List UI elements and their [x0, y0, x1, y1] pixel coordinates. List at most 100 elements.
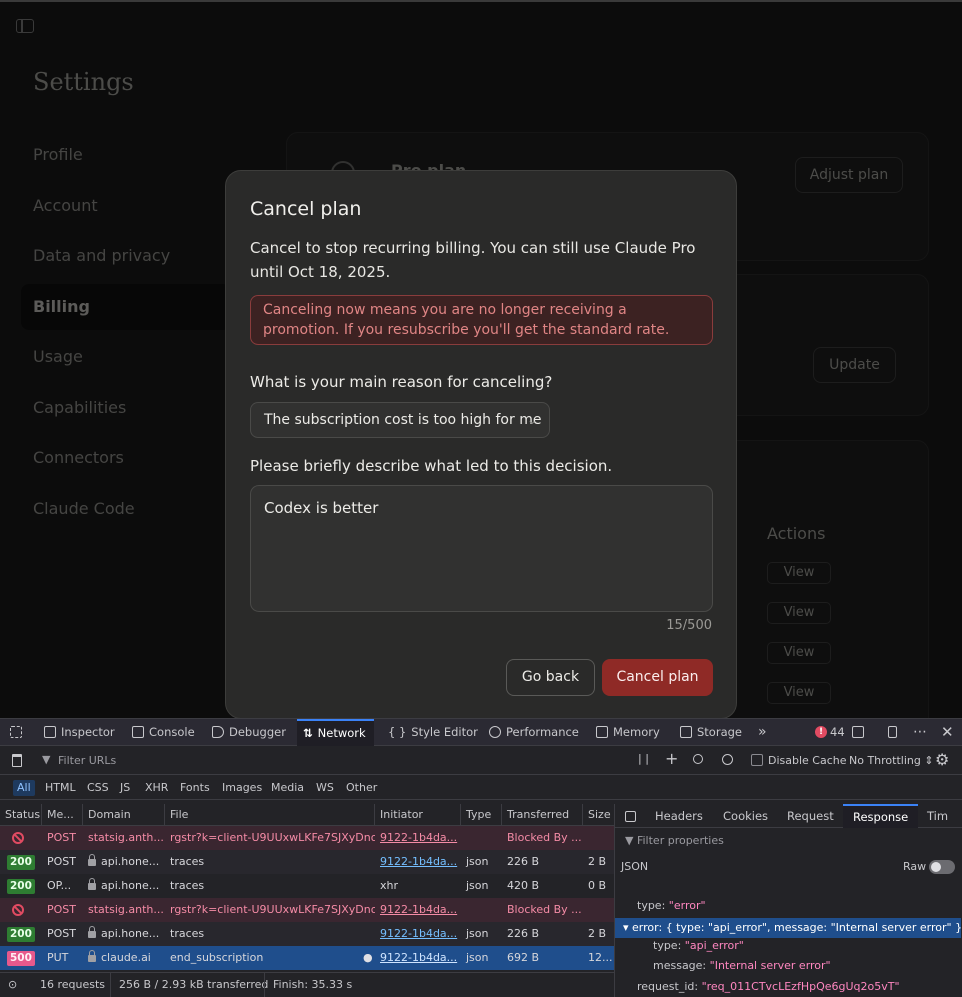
- throttling-select[interactable]: No Throttling ⇕: [849, 754, 934, 767]
- dialog-description: Cancel to stop recurring billing. You ca…: [250, 239, 696, 281]
- element-picker-icon[interactable]: [10, 719, 27, 746]
- network-icon: ⇅: [303, 726, 313, 740]
- lock-icon: [88, 926, 96, 938]
- column-status[interactable]: Status: [0, 804, 42, 826]
- column-file[interactable]: File: [165, 804, 375, 826]
- more-tabs-icon[interactable]: »: [758, 719, 767, 746]
- filter-html[interactable]: HTML: [41, 780, 80, 796]
- row-transferred: Blocked By ...: [507, 831, 582, 844]
- row-initiator[interactable]: 9122-1b4da...: [375, 826, 461, 850]
- row-type: json: [466, 855, 489, 868]
- table-row[interactable]: 200 POST api.hone... traces 9122-1b4da..…: [0, 922, 614, 946]
- filter-fonts[interactable]: Fonts: [176, 780, 214, 796]
- row-method: OP...: [47, 879, 72, 892]
- filter-images[interactable]: Images: [218, 780, 266, 796]
- error-count[interactable]: 44: [830, 719, 845, 746]
- tab-console[interactable]: Console: [132, 719, 195, 746]
- filter-media[interactable]: Media: [267, 780, 308, 796]
- json-line[interactable]: request_id: "req_011CTvcLEzfHpQe6gUq2o5v…: [615, 977, 961, 997]
- responsive-mode-icon[interactable]: [888, 719, 902, 746]
- column-method[interactable]: Me...: [42, 804, 83, 826]
- row-status: 500: [2, 946, 35, 970]
- tab-response[interactable]: Response: [843, 804, 919, 828]
- block-icon[interactable]: [722, 754, 733, 765]
- tab-cookies[interactable]: Cookies: [723, 804, 768, 828]
- row-method: POST: [47, 831, 76, 844]
- tab-network[interactable]: ⇅ Network: [297, 719, 374, 746]
- tab-memory[interactable]: Memory: [596, 719, 660, 746]
- add-icon[interactable]: +: [665, 749, 678, 768]
- gear-icon[interactable]: ⚙: [935, 750, 949, 769]
- row-initiator[interactable]: 9122-1b4da...: [375, 850, 461, 874]
- lock-icon: [88, 950, 96, 962]
- describe-textarea[interactable]: Codex is better: [250, 485, 713, 612]
- table-row[interactable]: POST statsig.anth... rgstr?k=client-U9UU…: [0, 826, 614, 850]
- type-filter-bar: All HTML CSS JS XHR Fonts Images Media W…: [0, 776, 962, 800]
- json-line-selected[interactable]: ▾ error: { type: "api_error", message: "…: [615, 918, 961, 938]
- filter-urls-input[interactable]: Filter URLs: [58, 754, 116, 767]
- filter-properties-input[interactable]: ▼ Filter properties: [625, 834, 724, 847]
- column-type[interactable]: Type: [461, 804, 502, 826]
- row-type: json: [466, 951, 489, 964]
- braces-icon: { }: [388, 725, 407, 739]
- dock-icon[interactable]: [852, 719, 869, 746]
- tab-request[interactable]: Request: [787, 804, 834, 828]
- table-row-selected[interactable]: 500 PUT claude.ai end_subscription ● 912…: [0, 946, 614, 970]
- column-size[interactable]: Size: [583, 804, 614, 826]
- pause-icon[interactable]: | |: [638, 752, 649, 765]
- column-domain[interactable]: Domain: [83, 804, 165, 826]
- tab-style-editor[interactable]: { } Style Editor: [388, 719, 478, 746]
- filter-icon: ▼: [625, 834, 637, 847]
- row-file: traces: [170, 927, 205, 940]
- tab-timings[interactable]: Tim: [927, 804, 948, 828]
- json-line[interactable]: type: "api_error": [615, 936, 961, 956]
- describe-label: Please briefly describe what led to this…: [250, 457, 613, 475]
- filter-all[interactable]: All: [13, 780, 35, 796]
- column-transferred[interactable]: Transferred: [502, 804, 583, 826]
- app-window: Settings Profile Account Data and privac…: [0, 0, 962, 718]
- request-count: 16 requests: [40, 978, 106, 991]
- lock-icon: [88, 878, 96, 890]
- panel-toggle-icon[interactable]: [625, 804, 636, 828]
- raw-toggle[interactable]: [929, 860, 955, 874]
- row-initiator[interactable]: 9122-1b4da...: [375, 946, 461, 970]
- tab-storage[interactable]: Storage: [680, 719, 742, 746]
- row-transferred: 692 B: [507, 951, 540, 964]
- tab-headers[interactable]: Headers: [655, 804, 703, 828]
- filter-js[interactable]: JS: [116, 780, 134, 796]
- cancel-plan-button[interactable]: Cancel plan: [602, 659, 713, 696]
- more-options-icon[interactable]: ⋯: [913, 719, 927, 746]
- network-summary: ⊙ 16 requests 256 B / 2.93 kB transferre…: [0, 972, 614, 997]
- reason-select[interactable]: The subscription cost is too high for me…: [250, 402, 550, 438]
- blocked-icon: [7, 898, 24, 922]
- tab-performance[interactable]: Performance: [489, 719, 579, 746]
- error-icon: !: [815, 726, 827, 738]
- row-initiator[interactable]: 9122-1b4da...: [375, 922, 461, 946]
- row-transferred: 420 B: [507, 879, 540, 892]
- table-row[interactable]: POST statsig.anth... rgstr?k=client-U9UU…: [0, 898, 614, 922]
- row-initiator[interactable]: 9122-1b4da...: [375, 898, 461, 922]
- row-method: POST: [47, 927, 76, 940]
- go-back-button[interactable]: Go back: [506, 659, 595, 696]
- json-line[interactable]: message: "Internal server error": [615, 956, 961, 976]
- search-icon[interactable]: [693, 754, 703, 764]
- filter-ws[interactable]: WS: [312, 780, 338, 796]
- row-file: traces: [170, 855, 205, 868]
- filter-xhr[interactable]: XHR: [141, 780, 172, 796]
- json-line[interactable]: type: "error": [615, 896, 961, 916]
- table-row[interactable]: 200 POST api.hone... traces 9122-1b4da..…: [0, 850, 614, 874]
- row-file: rgstr?k=client-U9UUxwLKFe7SJXyDnolyBF: [170, 831, 375, 844]
- close-icon[interactable]: ✕: [941, 719, 954, 746]
- column-initiator[interactable]: Initiator: [375, 804, 461, 826]
- tab-debugger[interactable]: Debugger: [212, 719, 286, 746]
- network-toolbar: ▼ Filter URLs | | + Disable Cache No Thr…: [0, 747, 962, 775]
- trash-icon[interactable]: [12, 754, 22, 767]
- tab-inspector[interactable]: Inspector: [44, 719, 115, 746]
- expand-arrow-icon: ▾: [623, 921, 633, 934]
- row-size: [583, 826, 614, 850]
- row-size: [583, 898, 614, 922]
- filter-other[interactable]: Other: [342, 780, 381, 796]
- filter-css[interactable]: CSS: [83, 780, 113, 796]
- disable-cache-checkbox[interactable]: [751, 754, 763, 766]
- table-row[interactable]: 200 OP... api.hone... traces xhr json 42…: [0, 874, 614, 898]
